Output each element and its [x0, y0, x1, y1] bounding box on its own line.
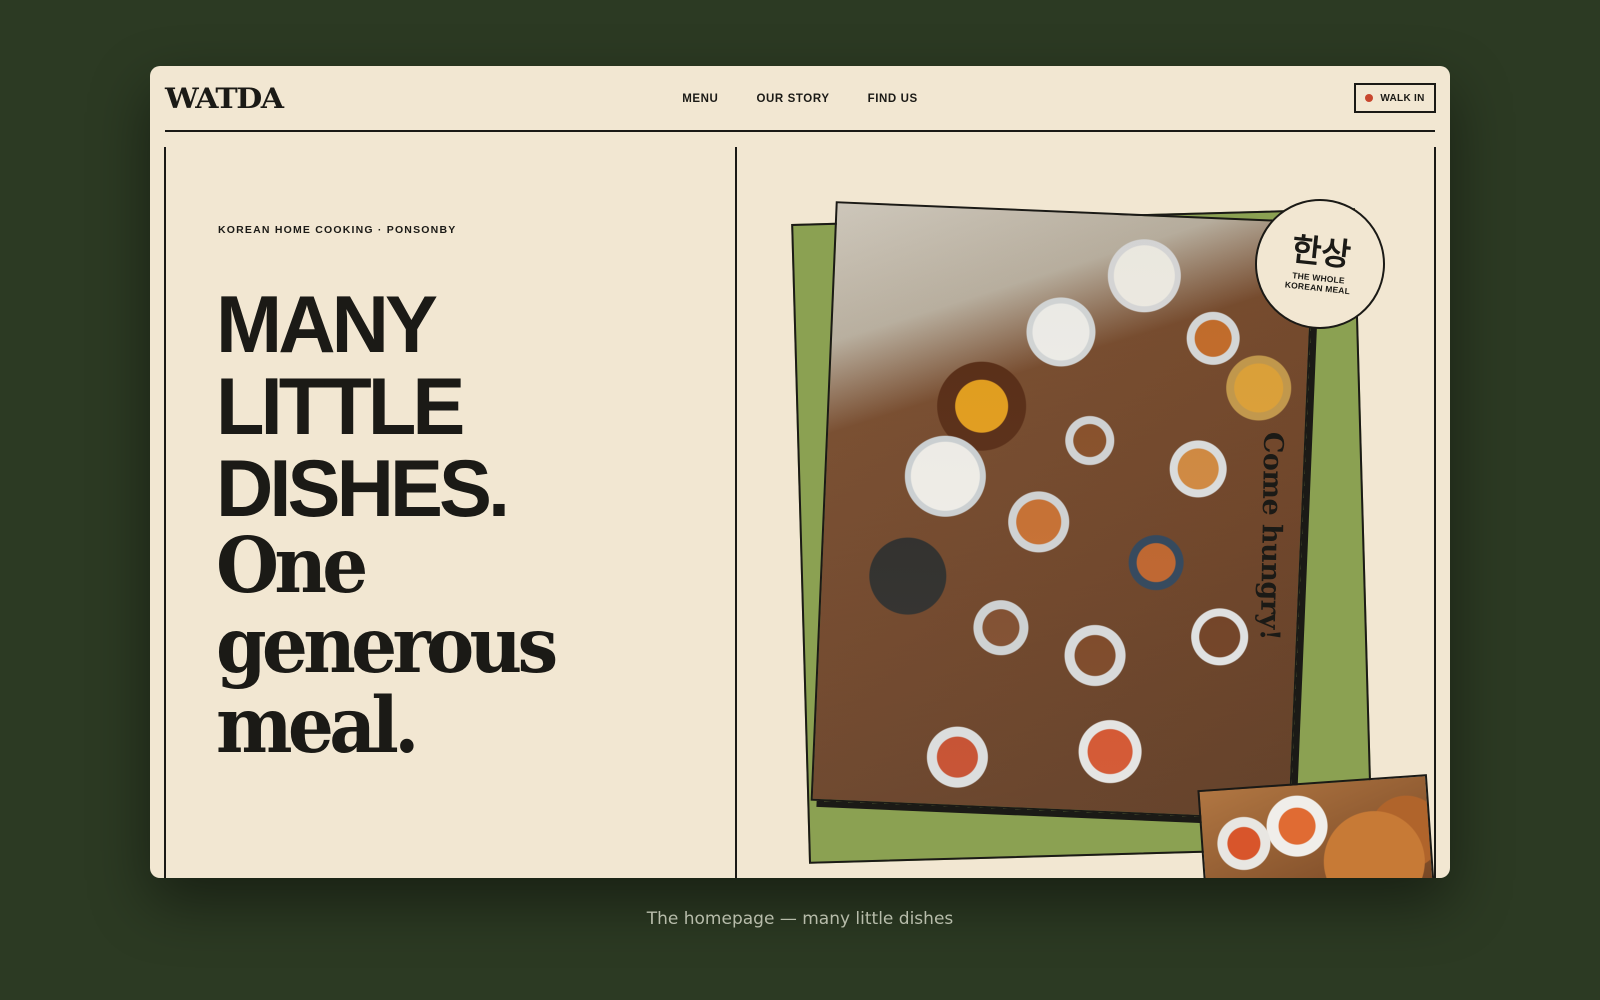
walk-in-button[interactable]: WALK IN: [1354, 83, 1436, 113]
main-nav: MENU OUR STORY FIND US: [150, 93, 1450, 105]
nav-item-menu[interactable]: MENU: [682, 93, 718, 105]
page-caption: The homepage — many little dishes: [646, 909, 954, 929]
headline-line: generous: [216, 601, 558, 691]
headline-line: DISHES.: [216, 444, 510, 534]
hero-food-photo: [810, 201, 1316, 821]
walk-in-label: WALK IN: [1380, 92, 1425, 104]
column-divider: [735, 147, 737, 878]
secondary-food-photo: [1197, 774, 1437, 878]
hero-eyebrow: KOREAN HOME COOKING · PONSONBY: [218, 224, 457, 236]
right-border-line: [1434, 147, 1436, 878]
badge-korean-text: 한상: [1289, 230, 1353, 275]
headline-line: One: [216, 521, 368, 611]
headline-line: MANY: [216, 280, 438, 370]
hero-headline-sans: MANY LITTLE DISHES.: [216, 284, 512, 530]
nav-item-our-story[interactable]: OUR STORY: [756, 93, 829, 105]
hero-headline-serif: One generous meal.: [216, 526, 575, 766]
left-border-line: [164, 147, 166, 878]
header-divider: [165, 130, 1435, 132]
homepage-card: WATDA MENU OUR STORY FIND US WALK IN KOR…: [150, 66, 1450, 878]
headline-line: LITTLE: [216, 362, 465, 452]
nav-item-find-us[interactable]: FIND US: [868, 93, 918, 105]
come-hungry-label: Come hungry!: [1253, 431, 1289, 641]
status-dot-icon: [1365, 94, 1374, 102]
headline-line: meal.: [216, 681, 419, 771]
